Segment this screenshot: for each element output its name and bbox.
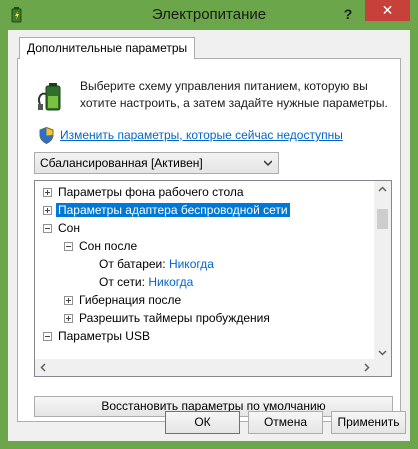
settings-tree-list: Параметры фона рабочего стола Параметры … [35,181,375,361]
power-plan-select[interactable]: Сбалансированная [Активен] [34,152,279,174]
power-options-window: Электропитание ? ✕ Дополнительные параме… [0,0,418,449]
tree-item-wake-timers[interactable]: Разрешить таймеры пробуждения [64,310,270,327]
tree-item-value[interactable]: Никогда [169,257,214,271]
help-button[interactable]: ? [337,3,359,25]
shield-icon [39,127,54,144]
tree-item-label: От батареи: [99,257,166,271]
vertical-scroll-thumb[interactable] [377,209,388,229]
ok-button[interactable]: ОК [165,411,240,434]
expand-plus-icon[interactable] [43,206,52,215]
settings-tree[interactable]: Параметры фона рабочего стола Параметры … [34,180,392,377]
scroll-up-arrow-icon[interactable] [374,181,391,198]
dialog-client-area: Дополнительные параметры Выберите схему … [8,30,410,441]
expand-plus-icon[interactable] [64,296,73,305]
tree-item-label: Разрешить таймеры пробуждения [79,311,270,325]
scroll-left-arrow-icon[interactable] [35,359,52,376]
tree-item-sleep-after[interactable]: Сон после [64,238,137,255]
change-unavailable-settings-link[interactable]: Изменить параметры, которые сейчас недос… [60,128,343,142]
collapse-minus-icon[interactable] [43,224,52,233]
collapse-minus-icon[interactable] [43,332,52,341]
vertical-scrollbar[interactable] [374,181,391,361]
tree-item-desktop-background[interactable]: Параметры фона рабочего стола [43,184,244,201]
advanced-settings-panel: Выберите схему управления питанием, кото… [17,58,401,422]
expand-plus-icon[interactable] [43,188,52,197]
tree-item-on-battery[interactable]: От батареи: Никогда [99,256,214,273]
tree-item-wireless-adapter[interactable]: Параметры адаптера беспроводной сети [43,202,290,219]
tree-item-label: Гибернация после [79,293,182,307]
tab-advanced-settings[interactable]: Дополнительные параметры [19,37,196,59]
power-plan-value: Сбалансированная [Активен] [40,156,203,170]
description-text: Выберите схему управления питанием, кото… [80,79,388,110]
tree-item-label: Сон после [79,239,138,253]
cancel-button[interactable]: Отмена [248,411,323,434]
tree-item-label: Параметры адаптера беспроводной сети [56,203,290,217]
tree-item-usb-settings[interactable]: Параметры USB [43,328,150,345]
scroll-right-arrow-icon[interactable] [358,359,375,376]
tree-item-label: Параметры фона рабочего стола [58,185,244,199]
battery-icon [37,83,61,111]
collapse-minus-icon[interactable] [64,242,73,251]
chevron-down-icon [264,160,272,167]
tree-item-plugged-in[interactable]: От сети: Никогда [99,274,193,291]
tree-item-label: Сон [58,221,80,235]
tree-item-sleep[interactable]: Сон [43,220,80,237]
title-bar[interactable]: Электропитание ? ✕ [0,0,418,30]
tree-item-hibernate-after[interactable]: Гибернация после [64,292,181,309]
scrollbar-corner [374,359,391,376]
tree-item-label: Параметры USB [58,329,150,343]
horizontal-scrollbar[interactable] [35,359,375,376]
tree-item-label: От сети: [99,275,145,289]
apply-button[interactable]: Применить [331,411,406,434]
expand-plus-icon[interactable] [64,314,73,323]
tree-item-value[interactable]: Никогда [148,275,193,289]
close-button[interactable]: ✕ [365,0,410,21]
